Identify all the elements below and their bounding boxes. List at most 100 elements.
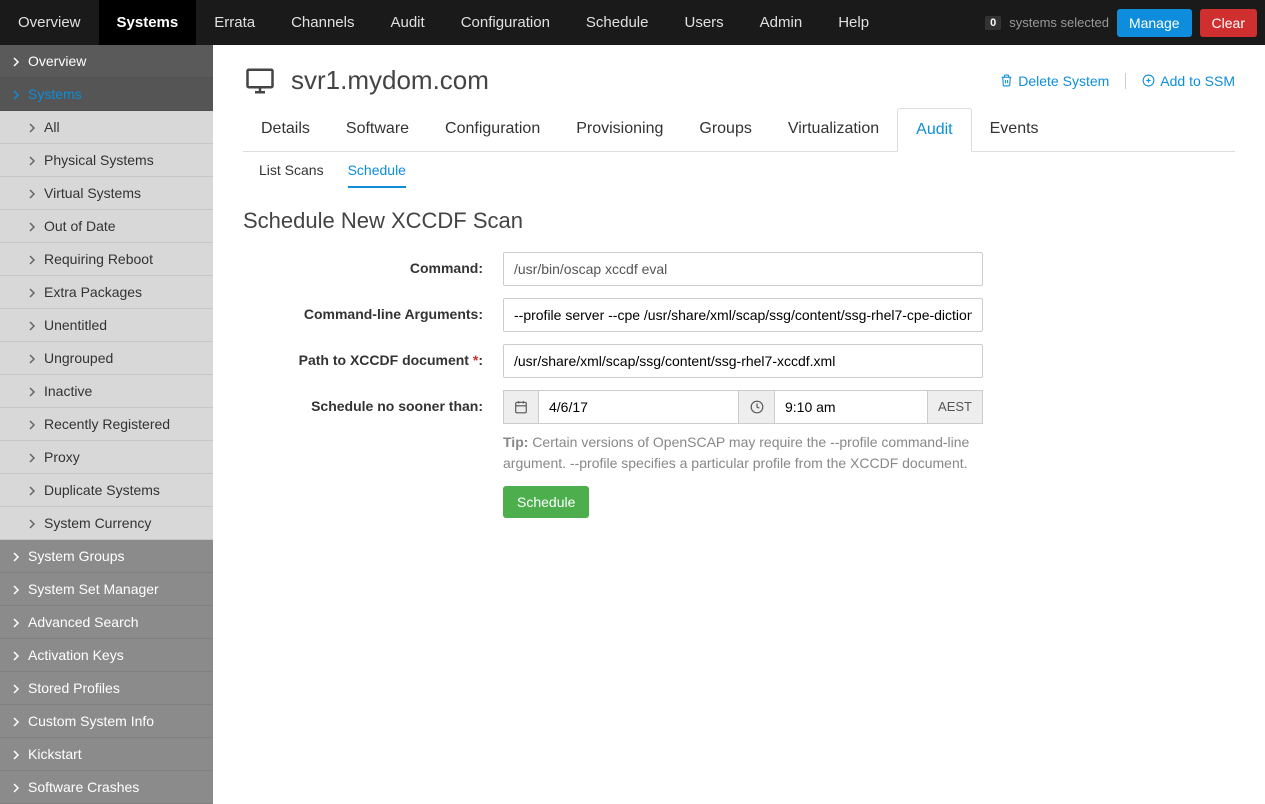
- sidebar-item-label: Kickstart: [28, 746, 82, 762]
- sidebar-item-custom-system-info[interactable]: Custom System Info: [0, 705, 213, 738]
- chevron-right-icon: [12, 552, 20, 560]
- chevron-right-icon: [28, 288, 36, 296]
- sidebar-item-label: Unentitled: [44, 317, 107, 333]
- topnav-systems[interactable]: Systems: [99, 0, 197, 45]
- sidebar-item-label: Activation Keys: [28, 647, 124, 663]
- sidebar-item-label: Proxy: [44, 449, 80, 465]
- chevron-right-icon: [28, 123, 36, 131]
- topnav-configuration[interactable]: Configuration: [443, 0, 568, 45]
- path-input[interactable]: [503, 344, 983, 378]
- tab-events[interactable]: Events: [972, 108, 1057, 151]
- sidebar-item-label: Requiring Reboot: [44, 251, 153, 267]
- sidebar-item-ungrouped[interactable]: Ungrouped: [0, 342, 213, 375]
- sidebar-item-label: Out of Date: [44, 218, 116, 234]
- topnav-users[interactable]: Users: [666, 0, 741, 45]
- sidebar-item-system-groups[interactable]: System Groups: [0, 540, 213, 573]
- sidebar-item-unentitled[interactable]: Unentitled: [0, 309, 213, 342]
- chevron-right-icon: [28, 453, 36, 461]
- topnav-overview[interactable]: Overview: [0, 0, 99, 45]
- sidebar-item-label: System Set Manager: [28, 581, 159, 597]
- sidebar-item-all[interactable]: All: [0, 111, 213, 144]
- time-input[interactable]: [775, 390, 928, 424]
- tab-software[interactable]: Software: [328, 108, 427, 151]
- sidebar-item-activation-keys[interactable]: Activation Keys: [0, 639, 213, 672]
- tab-audit[interactable]: Audit: [897, 108, 971, 152]
- chevron-right-icon: [28, 222, 36, 230]
- chevron-right-icon: [28, 519, 36, 527]
- system-tabs: DetailsSoftwareConfigurationProvisioning…: [243, 108, 1235, 152]
- sidebar: Overview Systems All Physical Systems Virtua…: [0, 45, 213, 804]
- sidebar-item-label: Physical Systems: [44, 152, 154, 168]
- tab-virtualization[interactable]: Virtualization: [770, 108, 897, 151]
- clock-icon[interactable]: [739, 390, 775, 424]
- delete-system-link[interactable]: Delete System: [1000, 73, 1109, 89]
- topnav-help[interactable]: Help: [820, 0, 887, 45]
- plus-circle-icon: [1142, 74, 1155, 87]
- date-input[interactable]: [539, 390, 739, 424]
- sidebar-item-software-crashes[interactable]: Software Crashes: [0, 771, 213, 804]
- sidebar-item-label: Software Crashes: [28, 779, 139, 795]
- tab-details[interactable]: Details: [243, 108, 328, 151]
- chevron-right-icon: [12, 750, 20, 758]
- sidebar-item-label: Advanced Search: [28, 614, 139, 630]
- chevron-right-icon: [28, 321, 36, 329]
- chevron-right-icon: [12, 651, 20, 659]
- sidebar-item-physical-systems[interactable]: Physical Systems: [0, 144, 213, 177]
- subtab-list-scans[interactable]: List Scans: [259, 162, 324, 188]
- topnav-errata[interactable]: Errata: [196, 0, 273, 45]
- sidebar-item-stored-profiles[interactable]: Stored Profiles: [0, 672, 213, 705]
- tip-text: Tip: Certain versions of OpenSCAP may re…: [503, 432, 983, 474]
- sidebar-item-system-set-manager[interactable]: System Set Manager: [0, 573, 213, 606]
- chevron-right-icon: [28, 486, 36, 494]
- sidebar-item-label: Virtual Systems: [44, 185, 141, 201]
- sidebar-item-virtual-systems[interactable]: Virtual Systems: [0, 177, 213, 210]
- page-title: Schedule New XCCDF Scan: [243, 208, 1235, 234]
- ssm-count: 0: [985, 16, 1001, 30]
- ssm-area: 0 systems selected Manage Clear: [985, 0, 1265, 45]
- topnav-schedule[interactable]: Schedule: [568, 0, 667, 45]
- calendar-icon[interactable]: [503, 390, 539, 424]
- topnav-audit[interactable]: Audit: [372, 0, 442, 45]
- sidebar-item-overview[interactable]: Overview: [0, 45, 213, 78]
- manage-button[interactable]: Manage: [1117, 9, 1192, 37]
- sidebar-item-advanced-search[interactable]: Advanced Search: [0, 606, 213, 639]
- add-to-ssm-link[interactable]: Add to SSM: [1142, 73, 1235, 89]
- command-label: Command:: [243, 252, 503, 276]
- sidebar-item-out-of-date[interactable]: Out of Date: [0, 210, 213, 243]
- tab-provisioning[interactable]: Provisioning: [558, 108, 681, 151]
- topnav-admin[interactable]: Admin: [742, 0, 821, 45]
- sidebar-item-label: System Currency: [44, 515, 151, 531]
- schedule-button[interactable]: Schedule: [503, 486, 589, 518]
- sidebar-item-inactive[interactable]: Inactive: [0, 375, 213, 408]
- chevron-right-icon: [12, 618, 20, 626]
- chevron-right-icon: [28, 156, 36, 164]
- tab-groups[interactable]: Groups: [681, 108, 769, 151]
- timezone-badge: AEST: [928, 390, 983, 424]
- subtab-schedule[interactable]: Schedule: [348, 162, 406, 188]
- sidebar-item-systems[interactable]: Systems: [0, 78, 213, 111]
- sidebar-item-label: Systems: [28, 86, 82, 102]
- path-label: Path to XCCDF document *:: [243, 344, 503, 368]
- chevron-right-icon: [12, 90, 20, 98]
- args-input[interactable]: [503, 298, 983, 332]
- clear-button[interactable]: Clear: [1200, 9, 1257, 37]
- sidebar-item-system-currency[interactable]: System Currency: [0, 507, 213, 540]
- sidebar-item-label: Recently Registered: [44, 416, 170, 432]
- sidebar-item-recently-registered[interactable]: Recently Registered: [0, 408, 213, 441]
- ssm-label: systems selected: [1009, 15, 1109, 30]
- args-label: Command-line Arguments:: [243, 298, 503, 322]
- sidebar-item-requiring-reboot[interactable]: Requiring Reboot: [0, 243, 213, 276]
- chevron-right-icon: [28, 189, 36, 197]
- sidebar-item-duplicate-systems[interactable]: Duplicate Systems: [0, 474, 213, 507]
- sidebar-item-proxy[interactable]: Proxy: [0, 441, 213, 474]
- separator: [1125, 73, 1126, 89]
- chevron-right-icon: [28, 255, 36, 263]
- chevron-right-icon: [12, 783, 20, 791]
- sidebar-item-kickstart[interactable]: Kickstart: [0, 738, 213, 771]
- tab-configuration[interactable]: Configuration: [427, 108, 558, 151]
- sidebar-item-extra-packages[interactable]: Extra Packages: [0, 276, 213, 309]
- topnav-channels[interactable]: Channels: [273, 0, 372, 45]
- host-name: svr1.mydom.com: [291, 65, 489, 96]
- top-nav: OverviewSystemsErrataChannelsAuditConfig…: [0, 0, 1265, 45]
- chevron-right-icon: [12, 585, 20, 593]
